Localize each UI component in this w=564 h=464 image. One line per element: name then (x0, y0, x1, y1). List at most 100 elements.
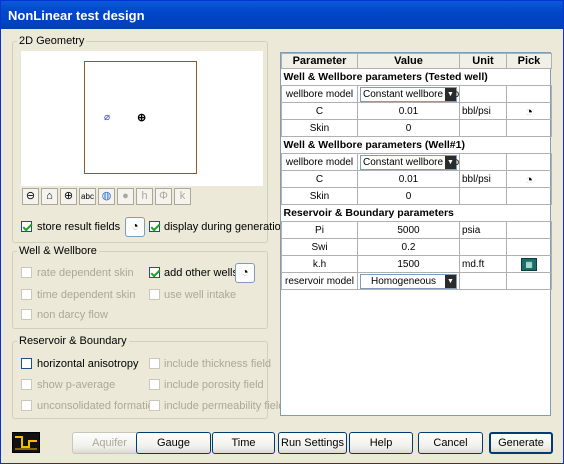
param-label: k.h (281, 255, 358, 273)
pick-cell (506, 238, 552, 256)
time-dependent-skin-checkbox (21, 289, 32, 300)
store-result-fields-checkbox[interactable] (21, 221, 32, 232)
unit-cell (459, 153, 507, 171)
horizontal-anisotropy-label: horizontal anisotropy (37, 358, 139, 370)
value-cell[interactable]: 0.2 (357, 238, 460, 256)
parameter-table: Parameter Value Unit Pick Well & Wellbor… (281, 53, 552, 290)
pick-cell (506, 187, 552, 205)
unconsolidated-formation-checkbox (21, 400, 32, 411)
tested-well-icon[interactable]: ⊕ (137, 111, 146, 124)
include-porosity-field-label: include porosity field (164, 379, 264, 391)
show-p-average-label: show p-average (37, 379, 116, 391)
table-row: Swi 0.2 (281, 238, 552, 256)
value-cell[interactable]: 0 (357, 187, 460, 205)
time-dependent-skin-label: time dependent skin (37, 289, 136, 301)
rate-dependent-skin-label: rate dependent skin (37, 267, 134, 279)
nonlinear-test-design-dialog: NonLinear test design 2D Geometry ⌀ ⊕ ⊖ … (0, 0, 564, 464)
include-porosity-field-checkbox (149, 379, 160, 390)
help-label: Help (369, 437, 393, 449)
chevron-down-icon[interactable]: ▼ (445, 87, 456, 101)
section-row: Well & Wellbore parameters (Well#1) (281, 136, 552, 154)
include-thickness-field-checkbox (149, 358, 160, 369)
home-icon[interactable]: ⌂ (41, 188, 58, 205)
generate-button[interactable]: Generate (489, 432, 553, 454)
generate-label: Generate (498, 437, 544, 449)
gauge-pick-icon[interactable]: ◔ (125, 217, 145, 237)
unit-cell (459, 85, 507, 103)
unit-cell (459, 238, 507, 256)
param-label: Pi (281, 221, 358, 239)
section-well-1: Well & Wellbore parameters (Well#1) (281, 136, 552, 154)
cancel-button[interactable]: Cancel (418, 432, 483, 454)
value-cell[interactable]: 0.01 (357, 170, 460, 188)
horizontal-anisotropy-checkbox[interactable] (21, 358, 32, 369)
cancel-label: Cancel (433, 437, 468, 449)
param-label: C (281, 102, 358, 120)
time-label: Time (231, 437, 256, 449)
gauge-label: Gauge (156, 437, 191, 449)
window-title: NonLinear test design (8, 8, 145, 23)
section-row: Well & Wellbore parameters (Tested well) (281, 68, 552, 86)
section-reservoir: Reservoir & Boundary parameters (281, 204, 552, 222)
wells-pick-icon[interactable]: ◔ (235, 263, 255, 283)
zoom-out-icon[interactable]: ⊖ (22, 188, 39, 205)
gauge-button[interactable]: Gauge (136, 432, 211, 454)
use-well-intake-label: use well intake (164, 289, 237, 301)
fill-icon: ● (117, 188, 134, 205)
unit-cell (459, 187, 507, 205)
thickness-field-icon: h (136, 188, 153, 205)
value-cell[interactable]: 5000 (357, 221, 460, 239)
unit-cell: bbl/psi (459, 102, 507, 120)
help-button[interactable]: Help (349, 432, 413, 454)
pick-cell (506, 153, 552, 171)
table-row: C 0.01 bbl/psi ◔ (281, 170, 552, 188)
header-value: Value (357, 53, 460, 69)
display-during-generation-label: display during generation (164, 221, 287, 233)
include-permeability-field-checkbox (149, 400, 160, 411)
pick-cell (506, 221, 552, 239)
other-well-icon[interactable]: ⌀ (104, 112, 110, 123)
permeability-field-icon: k (174, 188, 191, 205)
wellbore-model-select[interactable]: Constant wellbore sto ▼ (357, 85, 460, 103)
aquifer-label: Aquifer (92, 437, 127, 449)
section-row: Reservoir & Boundary parameters (281, 204, 552, 222)
value-cell[interactable]: 1500 (357, 255, 460, 273)
show-p-average-checkbox (21, 379, 32, 390)
globe-icon[interactable]: ◍ (98, 188, 115, 205)
unit-cell: md.ft (459, 255, 507, 273)
parameter-grid: Parameter Value Unit Pick Well & Wellbor… (280, 52, 552, 416)
table-row: Pi 5000 psia (281, 221, 552, 239)
wellbore-model-select[interactable]: Constant wellbore sto ▼ (357, 153, 460, 171)
param-label: wellbore model (281, 85, 358, 103)
reservoir-model-value: Homogeneous (370, 275, 437, 287)
table-row: k.h 1500 md.ft ▦ (281, 255, 552, 273)
add-other-wells-checkbox[interactable] (149, 267, 160, 278)
value-cell[interactable]: 0 (357, 119, 460, 137)
run-settings-label: Run Settings (281, 437, 344, 449)
param-label: C (281, 170, 358, 188)
include-thickness-field-label: include thickness field (164, 358, 272, 370)
table-row: C 0.01 bbl/psi ◔ (281, 102, 552, 120)
time-button[interactable]: Time (212, 432, 275, 454)
unit-cell (459, 119, 507, 137)
run-settings-button[interactable]: Run Settings (278, 432, 347, 454)
table-row: Skin 0 (281, 187, 552, 205)
gauge-pick-icon[interactable]: ◔ (506, 102, 552, 120)
display-during-generation-checkbox[interactable] (149, 221, 160, 232)
chevron-down-icon[interactable]: ▼ (445, 155, 456, 169)
app-logo (12, 432, 40, 453)
unconsolidated-formation-label: unconsolidated formation (37, 400, 160, 412)
gauge-pick-icon[interactable]: ◔ (506, 170, 552, 188)
param-label: reservoir model (281, 272, 358, 290)
porosity-field-icon: Φ (155, 188, 172, 205)
use-well-intake-checkbox (149, 289, 160, 300)
value-cell[interactable]: 0.01 (357, 102, 460, 120)
chevron-down-icon[interactable]: ▼ (445, 274, 456, 288)
calculator-icon[interactable]: ▦ (506, 255, 552, 273)
zoom-in-icon[interactable]: ⊕ (60, 188, 77, 205)
reservoir-model-select[interactable]: Homogeneous ▼ (357, 272, 460, 290)
geometry-canvas[interactable]: ⌀ ⊕ (21, 51, 263, 186)
table-row: reservoir model Homogeneous ▼ (281, 272, 552, 290)
well-wellbore-legend: Well & Wellbore (19, 245, 97, 257)
labels-icon[interactable]: abc (79, 188, 96, 205)
